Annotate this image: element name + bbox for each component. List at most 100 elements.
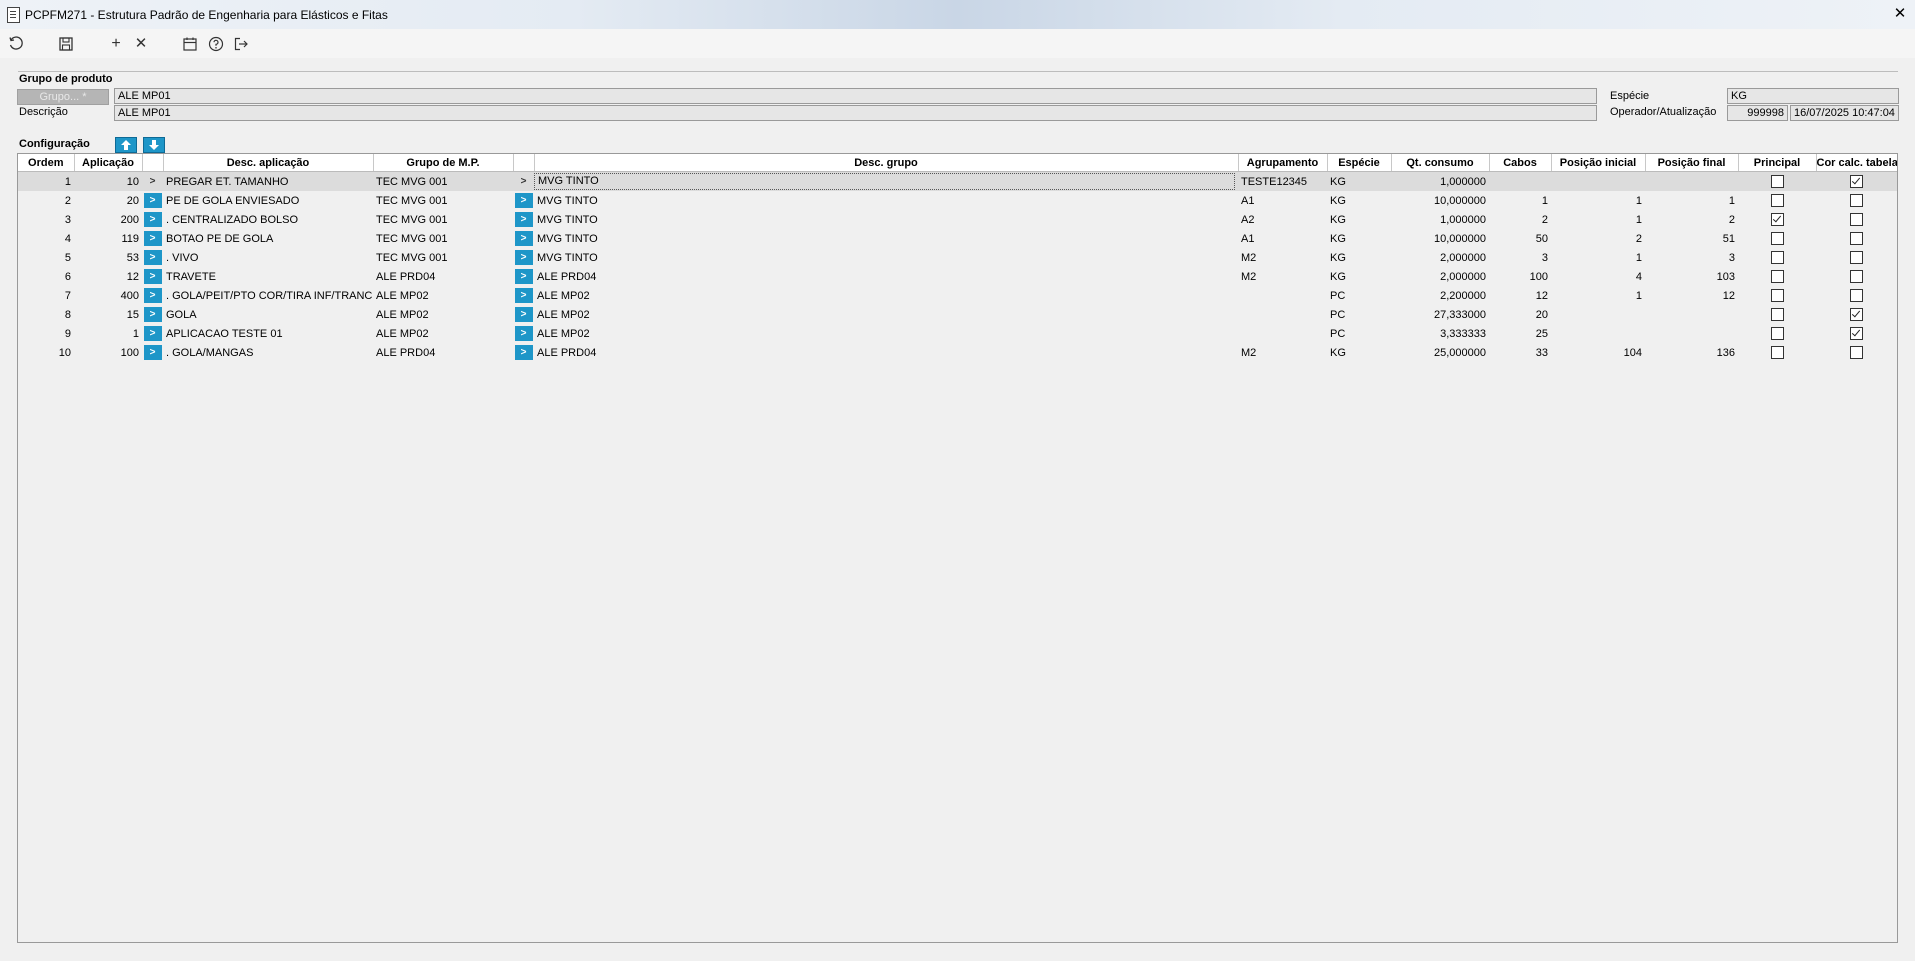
col-header-aplicacao[interactable]: Aplicação [74,154,143,172]
col-header-especie[interactable]: Espécie [1327,154,1392,172]
cell-ordem[interactable]: 7 [18,286,74,305]
aplicacao-lookup-button[interactable]: > [143,193,162,208]
cell-grupo-mp[interactable]: TEC MVG 001 [373,248,513,267]
save-button[interactable] [56,34,76,54]
table-row[interactable]: 4 119 > BOTAO PE DE GOLA TEC MVG 001 > MVG TIN… [18,229,1897,248]
principal-checkbox[interactable] [1770,270,1784,283]
col-header-grupo-mp[interactable]: Grupo de M.P. [373,154,514,172]
cell-posicao-inicial[interactable] [1551,305,1645,324]
cell-qt-consumo[interactable]: 10,000000 [1391,191,1489,210]
cell-cabos[interactable]: 2 [1489,210,1551,229]
cell-especie[interactable]: KG [1327,248,1391,267]
aplicacao-lookup-button[interactable]: > [143,288,162,303]
grupo-mp-lookup-button[interactable]: > [514,250,533,265]
cell-grupo-mp[interactable]: ALE MP02 [373,324,513,343]
cell-posicao-inicial[interactable] [1551,171,1645,191]
cell-cabos[interactable]: 50 [1489,229,1551,248]
cell-qt-consumo[interactable]: 1,000000 [1391,171,1489,191]
grupo-mp-lookup-button[interactable]: > [514,288,533,303]
grupo-mp-lookup-button[interactable]: > [514,326,533,341]
cell-ordem[interactable]: 9 [18,324,74,343]
cell-posicao-inicial[interactable]: 1 [1551,248,1645,267]
principal-checkbox[interactable] [1770,251,1784,264]
table-row[interactable]: 8 15 > GOLA ALE MP02 > ALE MP02 PC 27,333000 20 [18,305,1897,324]
move-up-button[interactable] [115,137,137,153]
cell-grupo-mp[interactable]: TEC MVG 001 [373,210,513,229]
grupo-mp-lookup-button[interactable]: > [514,345,533,360]
cell-desc-aplicacao[interactable]: . GOLA/PEIT/PTO COR/TIRA INF/TRANC PU [163,286,373,305]
cell-grupo-mp[interactable]: ALE PRD04 [373,267,513,286]
cell-agrupamento[interactable]: A1 [1238,191,1327,210]
cell-aplicacao[interactable]: 1 [74,324,142,343]
table-row[interactable]: 3 200 >. CENTRALIZADO BOLSO TEC MVG 001 > MVG… [18,210,1897,229]
focused-cell[interactable]: MVG TINTO [534,173,1235,190]
cell-posicao-inicial[interactable]: 104 [1551,343,1645,362]
cell-especie[interactable]: PC [1327,324,1391,343]
aplicacao-lookup-button[interactable]: > [143,250,162,265]
grupo-mp-lookup-button[interactable]: > [514,307,533,322]
cor-calc-tabela-checkbox[interactable] [1850,175,1863,188]
cell-grupo-mp[interactable]: ALE PRD04 [373,343,513,362]
cell-grupo-mp[interactable]: TEC MVG 001 [373,229,513,248]
cell-posicao-final[interactable]: 103 [1645,267,1738,286]
cell-grupo-mp[interactable]: TEC MVG 001 [373,191,513,210]
help-button[interactable] [206,34,226,54]
col-header-desc-grupo[interactable]: Desc. grupo [534,154,1239,172]
cell-ordem[interactable]: 10 [18,343,74,362]
add-button[interactable]: + [106,34,126,54]
grupo-lookup-button[interactable]: Grupo... * [17,89,109,105]
cell-qt-consumo[interactable]: 2,000000 [1391,248,1489,267]
principal-checkbox[interactable] [1770,289,1784,302]
cell-cabos[interactable]: 100 [1489,267,1551,286]
refresh-button[interactable] [6,34,26,54]
cell-especie[interactable]: KG [1327,343,1391,362]
cell-ordem[interactable]: 4 [18,229,74,248]
move-down-button[interactable] [143,137,165,153]
principal-checkbox[interactable] [1770,308,1784,321]
cell-agrupamento[interactable]: TESTE12345 [1238,171,1327,191]
table-row[interactable]: 6 12 > TRAVETE ALE PRD04 > ALE PRD04 M2 KG 2,0000… [18,267,1897,286]
cell-agrupamento[interactable]: M2 [1238,267,1327,286]
cor-calc-tabela-checkbox[interactable] [1850,270,1863,283]
operador-field[interactable]: 999998 [1727,105,1788,121]
cell-especie[interactable]: KG [1327,191,1391,210]
calendar-button[interactable] [180,34,200,54]
cell-ordem[interactable]: 1 [18,171,74,191]
cell-aplicacao[interactable]: 119 [74,229,142,248]
cell-aplicacao[interactable]: 100 [74,343,142,362]
cell-desc-aplicacao[interactable]: . CENTRALIZADO BOLSO [163,210,373,229]
cell-agrupamento[interactable] [1238,286,1327,305]
cell-qt-consumo[interactable]: 10,000000 [1391,229,1489,248]
col-header-cabos[interactable]: Cabos [1489,154,1552,172]
cell-ordem[interactable]: 2 [18,191,74,210]
cor-calc-tabela-checkbox[interactable] [1850,251,1863,264]
grupo-mp-lookup-button[interactable]: > [514,174,533,189]
cell-agrupamento[interactable] [1238,305,1327,324]
delete-button[interactable]: ✕ [131,34,151,54]
principal-checkbox[interactable] [1770,194,1784,207]
cell-desc-grupo[interactable]: MVG TINTO [534,171,1238,191]
cell-grupo-mp[interactable]: TEC MVG 001 [373,171,513,191]
cell-agrupamento[interactable]: A1 [1238,229,1327,248]
cell-desc-grupo[interactable]: MVG TINTO [534,191,1238,210]
cell-cabos[interactable]: 33 [1489,343,1551,362]
cell-desc-grupo[interactable]: ALE PRD04 [534,267,1238,286]
aplicacao-lookup-button[interactable]: > [143,212,162,227]
cell-cabos[interactable]: 25 [1489,324,1551,343]
cell-aplicacao[interactable]: 20 [74,191,142,210]
cor-calc-tabela-checkbox[interactable] [1850,194,1863,207]
cell-qt-consumo[interactable]: 1,000000 [1391,210,1489,229]
cell-agrupamento[interactable]: M2 [1238,343,1327,362]
cell-agrupamento[interactable]: M2 [1238,248,1327,267]
aplicacao-lookup-button[interactable]: > [143,326,162,341]
cor-calc-tabela-checkbox[interactable] [1850,213,1863,226]
cell-qt-consumo[interactable]: 2,000000 [1391,267,1489,286]
table-row[interactable]: 1 10 > PREGAR ET. TAMANHO TEC MVG 001 > MVG TI… [18,171,1897,191]
atualizacao-field[interactable]: 16/07/2025 10:47:04 [1790,105,1899,121]
especie-field[interactable]: KG [1727,88,1899,104]
principal-checkbox[interactable] [1770,213,1784,226]
col-header-desc-aplicacao[interactable]: Desc. aplicação [163,154,374,172]
cor-calc-tabela-checkbox[interactable] [1850,346,1863,359]
cell-ordem[interactable]: 3 [18,210,74,229]
cell-desc-aplicacao[interactable]: BOTAO PE DE GOLA [163,229,373,248]
